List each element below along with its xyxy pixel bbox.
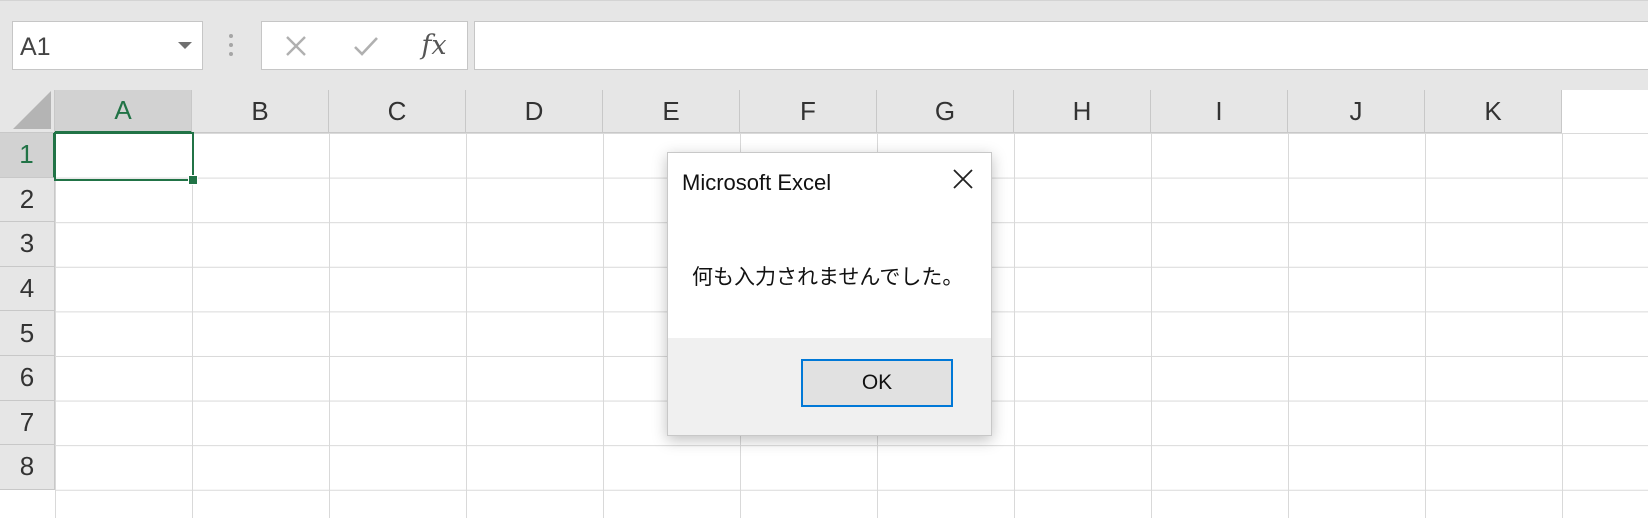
formula-buttons: fx (261, 21, 468, 70)
name-box-value: A1 (20, 33, 51, 61)
dialog-message: 何も入力されませんでした。 (692, 265, 964, 289)
active-cell-a1[interactable] (54, 132, 194, 181)
row-header-1[interactable]: 1 (0, 133, 55, 178)
close-icon[interactable] (951, 167, 975, 191)
column-header-d[interactable]: D (466, 90, 603, 133)
select-all-triangle-icon (13, 91, 51, 129)
column-header-g[interactable]: G (877, 90, 1014, 133)
column-header-c[interactable]: C (329, 90, 466, 133)
column-header-k[interactable]: K (1425, 90, 1562, 133)
cancel-icon[interactable] (268, 22, 324, 69)
insert-function-button[interactable]: fx (406, 22, 462, 69)
row-header-8[interactable]: 8 (0, 445, 55, 490)
formula-bar: A1 fx (0, 0, 1648, 93)
chevron-down-icon[interactable] (178, 42, 192, 49)
column-header-i[interactable]: I (1151, 90, 1288, 133)
select-all-button[interactable] (0, 90, 55, 133)
ok-button[interactable]: OK (801, 359, 953, 407)
column-header-j[interactable]: J (1288, 90, 1425, 133)
row-header-2[interactable]: 2 (0, 177, 55, 223)
column-header-e[interactable]: E (603, 90, 740, 133)
name-box[interactable]: A1 (12, 21, 203, 70)
column-header-h[interactable]: H (1014, 90, 1151, 133)
check-icon[interactable] (338, 22, 394, 69)
row-header-7[interactable]: 7 (0, 400, 55, 446)
dialog-footer: OK (668, 338, 991, 435)
fill-handle[interactable] (188, 175, 198, 185)
formula-input[interactable] (474, 21, 1648, 70)
row-header-3[interactable]: 3 (0, 222, 55, 267)
dialog-title: Microsoft Excel (682, 170, 832, 195)
formula-bar-splitter[interactable] (229, 34, 233, 58)
column-header-a[interactable]: A (55, 90, 192, 133)
message-dialog: Microsoft Excel 何も入力されませんでした。 OK (667, 152, 992, 436)
column-header-f[interactable]: F (740, 90, 877, 133)
column-header-b[interactable]: B (192, 90, 329, 133)
row-header-4[interactable]: 4 (0, 266, 55, 312)
row-header-5[interactable]: 5 (0, 311, 55, 356)
row-header-6[interactable]: 6 (0, 356, 55, 401)
